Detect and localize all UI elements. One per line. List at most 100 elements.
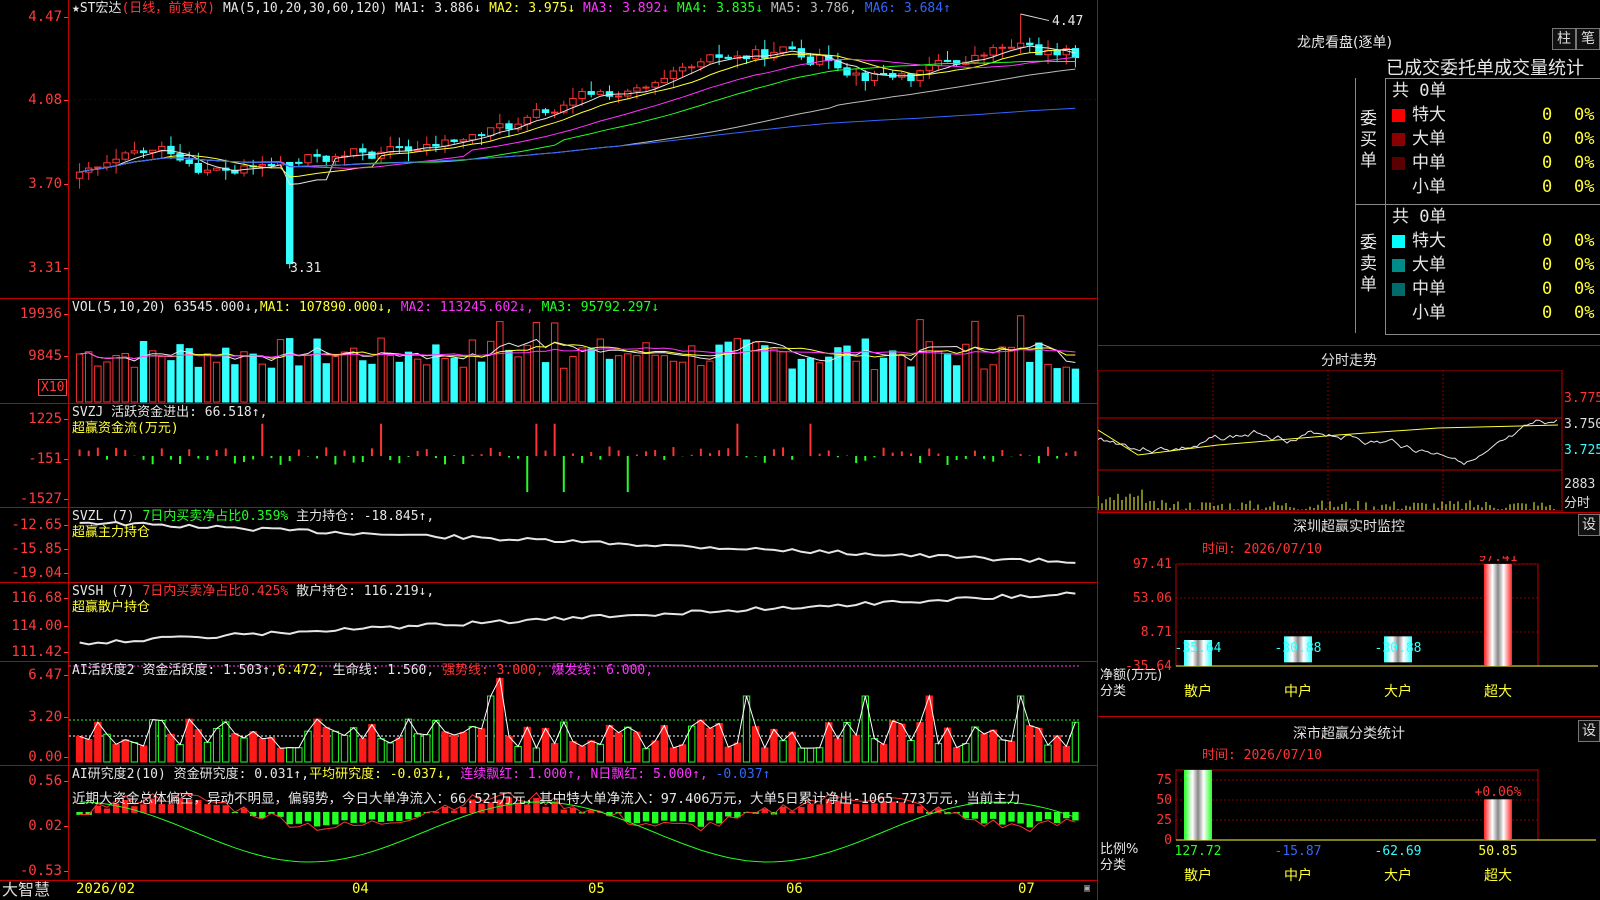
candle-body: [359, 148, 367, 153]
ai-research-panel[interactable]: 0.56 0.02 -0.53 AI研究度2(10) 资金研究度: 0.031↑…: [0, 766, 1097, 881]
activity-bar: [340, 734, 349, 763]
ai2-t5: -0.037↑: [715, 767, 771, 782]
buy-side-label: 委买单: [1360, 109, 1377, 171]
candle-body: [212, 167, 221, 171]
candle-body: [304, 154, 312, 164]
sz-category: 大户: [1384, 683, 1412, 700]
sz-monitor-chart[interactable]: 97.4153.068.71-35.64净额(万元)分类-35.64散户-30.…: [1098, 556, 1600, 716]
intraday-vol-label: 分时: [1564, 496, 1591, 511]
volume-bar: [139, 341, 148, 403]
activity-bar: [934, 743, 943, 763]
svzl-y-axis: -12.65 -15.85 -19.04: [0, 508, 69, 582]
activity-bar: [797, 747, 806, 763]
price-ytick: 4.47: [28, 9, 68, 25]
svsh-ytick: 116.68: [11, 590, 68, 606]
volume-bar: [487, 340, 495, 403]
candle-body: [103, 162, 111, 168]
volume-bar: [569, 356, 577, 403]
activity-bar: [75, 735, 84, 763]
bar-mode-button[interactable]: 柱: [1552, 28, 1576, 50]
volume-bar: [624, 353, 632, 403]
candle-body: [368, 151, 376, 159]
cls-settings-button[interactable]: 设: [1578, 720, 1600, 742]
intraday-bottom-line: [1098, 512, 1600, 513]
period-label[interactable]: (日线，前复权): [121, 1, 215, 16]
volume-bar: [185, 348, 193, 403]
cls-chart[interactable]: 75 50 25 0 比例%分类 127.72 散户 -15.87 中户 -62.69 大户 50.8…: [1098, 762, 1600, 900]
sz-category: 散户: [1184, 683, 1212, 700]
volume-bar: [514, 356, 522, 403]
cls-bar: [1184, 770, 1212, 840]
research-bar: [286, 812, 293, 825]
activity-bar: [468, 726, 477, 763]
research-bar: [341, 812, 348, 821]
ai2-t3: 连续飘红: 1.000↑,: [460, 767, 583, 782]
tick-mode-button[interactable]: 笔: [1576, 28, 1600, 50]
ai1-t5: 爆发线: 6.000,: [551, 663, 654, 678]
lh-stat-table: 委买单 共 0单 特大 0 0% 大单 0 0% 中单 0 0% 小单 0 0% 委卖单 共 0单 特…: [1356, 78, 1600, 335]
vol-ytick: 9845: [28, 348, 68, 364]
ma-item: MA6: 3.684↑: [856, 1, 951, 16]
price-panel[interactable]: 4.47 4.08 3.70 3.31 ★ST宏达(日线，前复权) MA(5,1…: [0, 0, 1097, 299]
volume-bar: [614, 355, 623, 403]
activity-bar: [240, 737, 248, 763]
candle-body: [441, 139, 449, 147]
volume-bar: [916, 319, 924, 403]
sz-settings-button[interactable]: 设: [1578, 514, 1600, 536]
volume-bar: [560, 367, 568, 403]
svzj-y-axis: 1225 -151 -1527: [0, 404, 69, 507]
ai1-t4: 强势线: 3.000,: [442, 663, 544, 678]
ma-line: [79, 68, 1076, 173]
intraday-chart[interactable]: [1098, 370, 1600, 512]
volume-bar: [815, 362, 824, 403]
intraday-ytick: 3.750: [1564, 417, 1600, 432]
svsh-panel[interactable]: 116.68 114.00 111.42 SVSH (7) 7日内买卖净占比0.…: [0, 583, 1097, 662]
ai-activity-panel[interactable]: 6.47 3.20 0.00 AI活跃度2 资金活跃度: 1.503↑,6.47…: [0, 662, 1097, 766]
cls-bar-value: -62.69: [1375, 844, 1422, 859]
vol-ma3: MA3: 95792.297↓: [541, 300, 660, 315]
vol-y-axis: 19936 9845 X10: [0, 299, 69, 403]
research-bar: [1053, 812, 1061, 824]
activity-bar: [624, 726, 632, 763]
cls-ylabel: 比例%: [1100, 842, 1138, 857]
price-ytick: 4.08: [28, 92, 68, 108]
research-bar: [715, 812, 723, 824]
ai2-t4: N日飘红: 5.000↑,: [590, 767, 708, 782]
volume-bar: [870, 369, 879, 403]
volume-bar: [669, 360, 678, 403]
candle-body: [139, 150, 148, 154]
volume-bar: [1016, 315, 1025, 403]
svzl-panel[interactable]: -12.65 -15.85 -19.04 SVZL (7) 7日内买卖净占比0.…: [0, 508, 1097, 583]
order-type: 中单: [1412, 153, 1446, 173]
volume-bar: [423, 364, 431, 403]
candlestick-chart[interactable]: [69, 0, 1096, 298]
order-count: 0: [1542, 177, 1553, 197]
stock-name[interactable]: ★ST宏达: [72, 1, 121, 16]
svzl-def: SVZL (7): [72, 509, 135, 524]
candle-body: [185, 159, 193, 164]
candle-body: [751, 49, 760, 60]
candle-body: [496, 123, 504, 129]
research-bar: [323, 812, 330, 826]
svzj-panel[interactable]: 1225 -151 -1527 SVZJ 活跃资金进出: 66.518↑, 超赢…: [0, 404, 1097, 508]
lock-icon[interactable]: ▣: [1084, 883, 1090, 894]
x-tick: 06: [786, 881, 803, 897]
candle-body: [295, 161, 303, 164]
research-bar: [1044, 812, 1052, 820]
candle-body: [980, 54, 988, 57]
candle-body: [614, 95, 623, 98]
ma-item: MA5: 3.786,: [763, 1, 857, 16]
activity-bar: [651, 740, 659, 763]
activity-bar: [441, 731, 449, 763]
volume-bar: [103, 361, 111, 403]
ma-line: [79, 60, 1076, 173]
candle-body: [349, 148, 358, 157]
ai-research-chart[interactable]: [69, 766, 1096, 880]
volume-bar: [496, 321, 504, 403]
volume-bar: [642, 342, 650, 403]
volume-bar: [322, 363, 330, 403]
volume-bar: [194, 366, 203, 403]
volume-bar: [971, 320, 979, 403]
candle-body: [432, 143, 440, 147]
volume-panel[interactable]: 19936 9845 X10 VOL(5,10,20) 63545.000↓,M…: [0, 299, 1097, 404]
